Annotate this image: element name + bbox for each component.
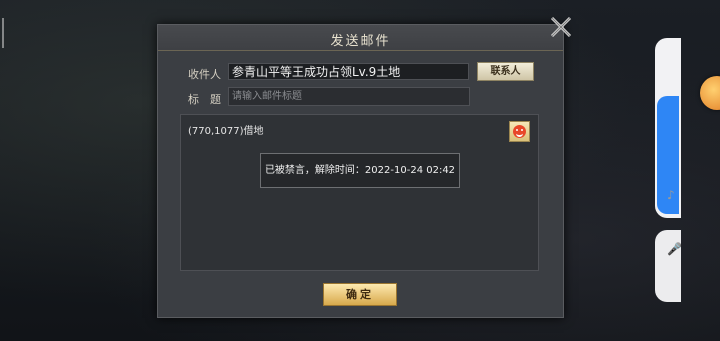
confirm-button[interactable]: 确定 <box>323 283 397 306</box>
mail-body-input[interactable] <box>180 114 539 271</box>
mute-toast: 已被禁言，解除时间：2022-10-24 02:42 <box>260 153 460 188</box>
music-icon[interactable]: ♪ <box>667 188 675 202</box>
close-icon[interactable] <box>548 14 574 40</box>
contacts-button[interactable]: 联系人 <box>477 62 534 81</box>
subject-label: 标 题 <box>188 93 221 106</box>
emoji-icon[interactable] <box>509 121 530 142</box>
left-edge-indicator <box>2 18 4 48</box>
mail-body-text: (770,1077)借地 <box>188 126 264 137</box>
mic-icon[interactable]: 🎤 <box>667 242 682 256</box>
dialog-title: 发送邮件 <box>330 34 391 49</box>
dialog-title-bar: 发送邮件 <box>158 25 563 51</box>
recipient-label: 收件人 <box>188 68 221 81</box>
subject-input[interactable]: 请输入邮件标题 <box>228 87 470 106</box>
recipient-field[interactable]: 参青山平等王成功占领Lv.9土地 <box>228 63 469 80</box>
side-panel-bottom[interactable] <box>655 230 681 302</box>
